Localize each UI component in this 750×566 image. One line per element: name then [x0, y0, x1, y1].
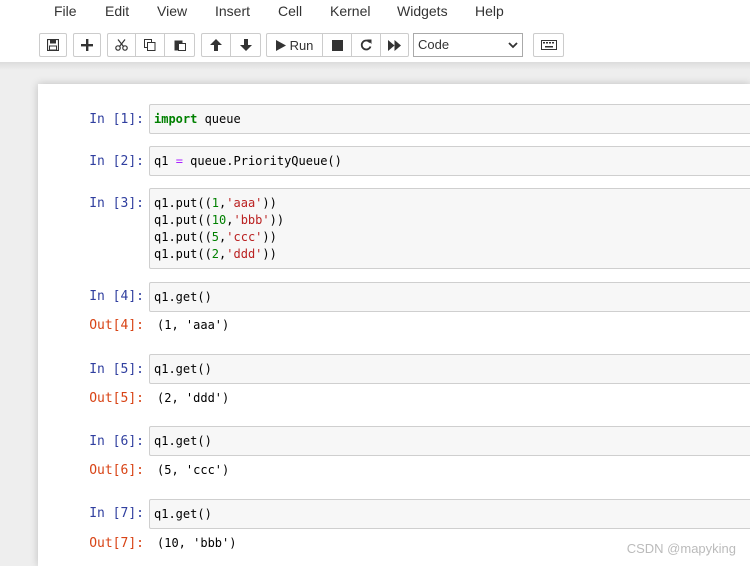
in-prompt-6: In [6]: — [89, 434, 144, 449]
output-5: (2, 'ddd') — [157, 391, 230, 405]
code-token: )) — [262, 247, 277, 261]
play-icon — [275, 39, 286, 51]
paste-icon — [174, 40, 186, 51]
code-token: import — [154, 112, 198, 126]
output-7: (10, 'bbb') — [157, 536, 237, 550]
stop-icon — [331, 39, 343, 51]
code-token: q1.get() — [154, 434, 212, 448]
save-button[interactable] — [39, 33, 67, 57]
code-token: )) — [262, 230, 277, 244]
keyboard-icon — [540, 40, 557, 50]
code-token: q1.put(( — [154, 230, 212, 244]
out-prompt-6: Out[6]: — [89, 463, 144, 478]
menu-kernel[interactable]: Kernel — [330, 3, 370, 19]
code-token: )) — [269, 213, 285, 227]
cut-button[interactable] — [107, 33, 136, 57]
code-token: 10 — [211, 213, 227, 227]
code-line: q1.get() — [154, 289, 750, 306]
restart-button[interactable] — [351, 33, 381, 57]
in-prompt-7: In [7]: — [89, 506, 144, 521]
out-prompt-7: Out[7]: — [89, 536, 144, 551]
code-token: 1 — [211, 196, 220, 210]
code-cell-1[interactable]: import queue — [149, 104, 750, 134]
in-prompt-3: In [3]: — [89, 196, 144, 211]
code-token: q1.get() — [154, 362, 212, 376]
restart-icon — [360, 39, 372, 51]
code-token: = — [175, 154, 183, 168]
output-6: (5, 'ccc') — [157, 463, 230, 477]
arrow-up-icon — [210, 39, 222, 51]
in-prompt-5: In [5]: — [89, 362, 144, 377]
in-prompt-4: In [4]: — [89, 289, 144, 304]
cut-icon — [115, 39, 128, 51]
copy-button[interactable] — [135, 33, 165, 57]
move-down-button[interactable] — [230, 33, 261, 57]
paste-button[interactable] — [164, 33, 195, 57]
code-line: q1.put((5,'ccc')) — [154, 229, 750, 246]
header-shadow — [0, 62, 750, 70]
notebook-container: In [1]: import queue In [2]: q1 = queue.… — [38, 84, 750, 566]
menu-insert[interactable]: Insert — [215, 3, 250, 19]
out-prompt-5: Out[5]: — [89, 391, 144, 406]
code-cell-5[interactable]: q1.get() — [149, 354, 750, 384]
code-cell-6[interactable]: q1.get() — [149, 426, 750, 456]
code-token: 'bbb' — [233, 213, 270, 227]
insert-cell-button[interactable] — [73, 33, 101, 57]
code-token: q1.put(( — [154, 196, 212, 210]
code-line: import queue — [154, 111, 750, 128]
code-line: q1 = queue.PriorityQueue() — [154, 153, 750, 170]
notebook-header: File Edit View Insert Cell Kernel Widget… — [0, 0, 750, 62]
code-token: q1.get() — [154, 290, 212, 304]
code-token: q1.get() — [154, 507, 212, 521]
code-cell-2[interactable]: q1 = queue.PriorityQueue() — [149, 146, 750, 176]
menu-file[interactable]: File — [54, 3, 77, 19]
in-prompt-1: In [1]: — [89, 112, 144, 127]
code-token: q1 — [154, 154, 176, 168]
interrupt-button[interactable] — [322, 33, 352, 57]
move-up-button[interactable] — [201, 33, 231, 57]
code-token: q1.put(( — [154, 213, 212, 227]
command-palette-button[interactable] — [533, 33, 564, 57]
fast-forward-icon — [388, 39, 401, 51]
run-button[interactable]: Run — [266, 33, 323, 57]
menu-cell[interactable]: Cell — [278, 3, 302, 19]
copy-icon — [144, 39, 156, 51]
watermark: CSDN @mapyking — [626, 541, 736, 556]
save-icon — [47, 39, 59, 51]
in-prompt-2: In [2]: — [89, 154, 144, 169]
menu-edit[interactable]: Edit — [105, 3, 129, 19]
restart-run-all-button[interactable] — [380, 33, 409, 57]
code-token: 'aaa' — [226, 196, 263, 210]
chevron-down-icon — [508, 42, 518, 49]
code-line: q1.put((2,'ddd')) — [154, 246, 750, 263]
run-label: Run — [289, 37, 314, 53]
output-4: (1, 'aaa') — [157, 318, 230, 332]
code-line: q1.put((10,'bbb')) — [154, 212, 750, 229]
code-cell-3[interactable]: q1.put((1,'aaa')) q1.put((10,'bbb')) q1.pu… — [149, 188, 750, 269]
menu-help[interactable]: Help — [475, 3, 504, 19]
plus-icon — [81, 39, 93, 51]
code-token: 2 — [211, 247, 220, 261]
code-token: q1.put(( — [154, 247, 212, 261]
code-token: 'ddd' — [226, 247, 263, 261]
code-token: queue.PriorityQueue() — [182, 154, 342, 168]
menu-widgets[interactable]: Widgets — [397, 3, 448, 19]
code-cell-4[interactable]: q1.get() — [149, 282, 750, 312]
menu-view[interactable]: View — [157, 3, 187, 19]
code-line: q1.get() — [154, 433, 750, 450]
arrow-down-icon — [239, 39, 252, 51]
code-token: 5 — [211, 230, 220, 244]
code-line: q1.put((1,'aaa')) — [154, 195, 750, 212]
code-token: queue — [197, 112, 241, 126]
cell-type-value: Code — [418, 37, 450, 52]
code-line: q1.get() — [154, 506, 750, 523]
out-prompt-4: Out[4]: — [89, 318, 144, 333]
cell-type-select[interactable]: Code — [413, 33, 523, 57]
code-token: 'ccc' — [226, 230, 263, 244]
code-token: )) — [262, 196, 277, 210]
code-line: q1.get() — [154, 361, 750, 378]
code-cell-7[interactable]: q1.get() — [149, 499, 750, 529]
